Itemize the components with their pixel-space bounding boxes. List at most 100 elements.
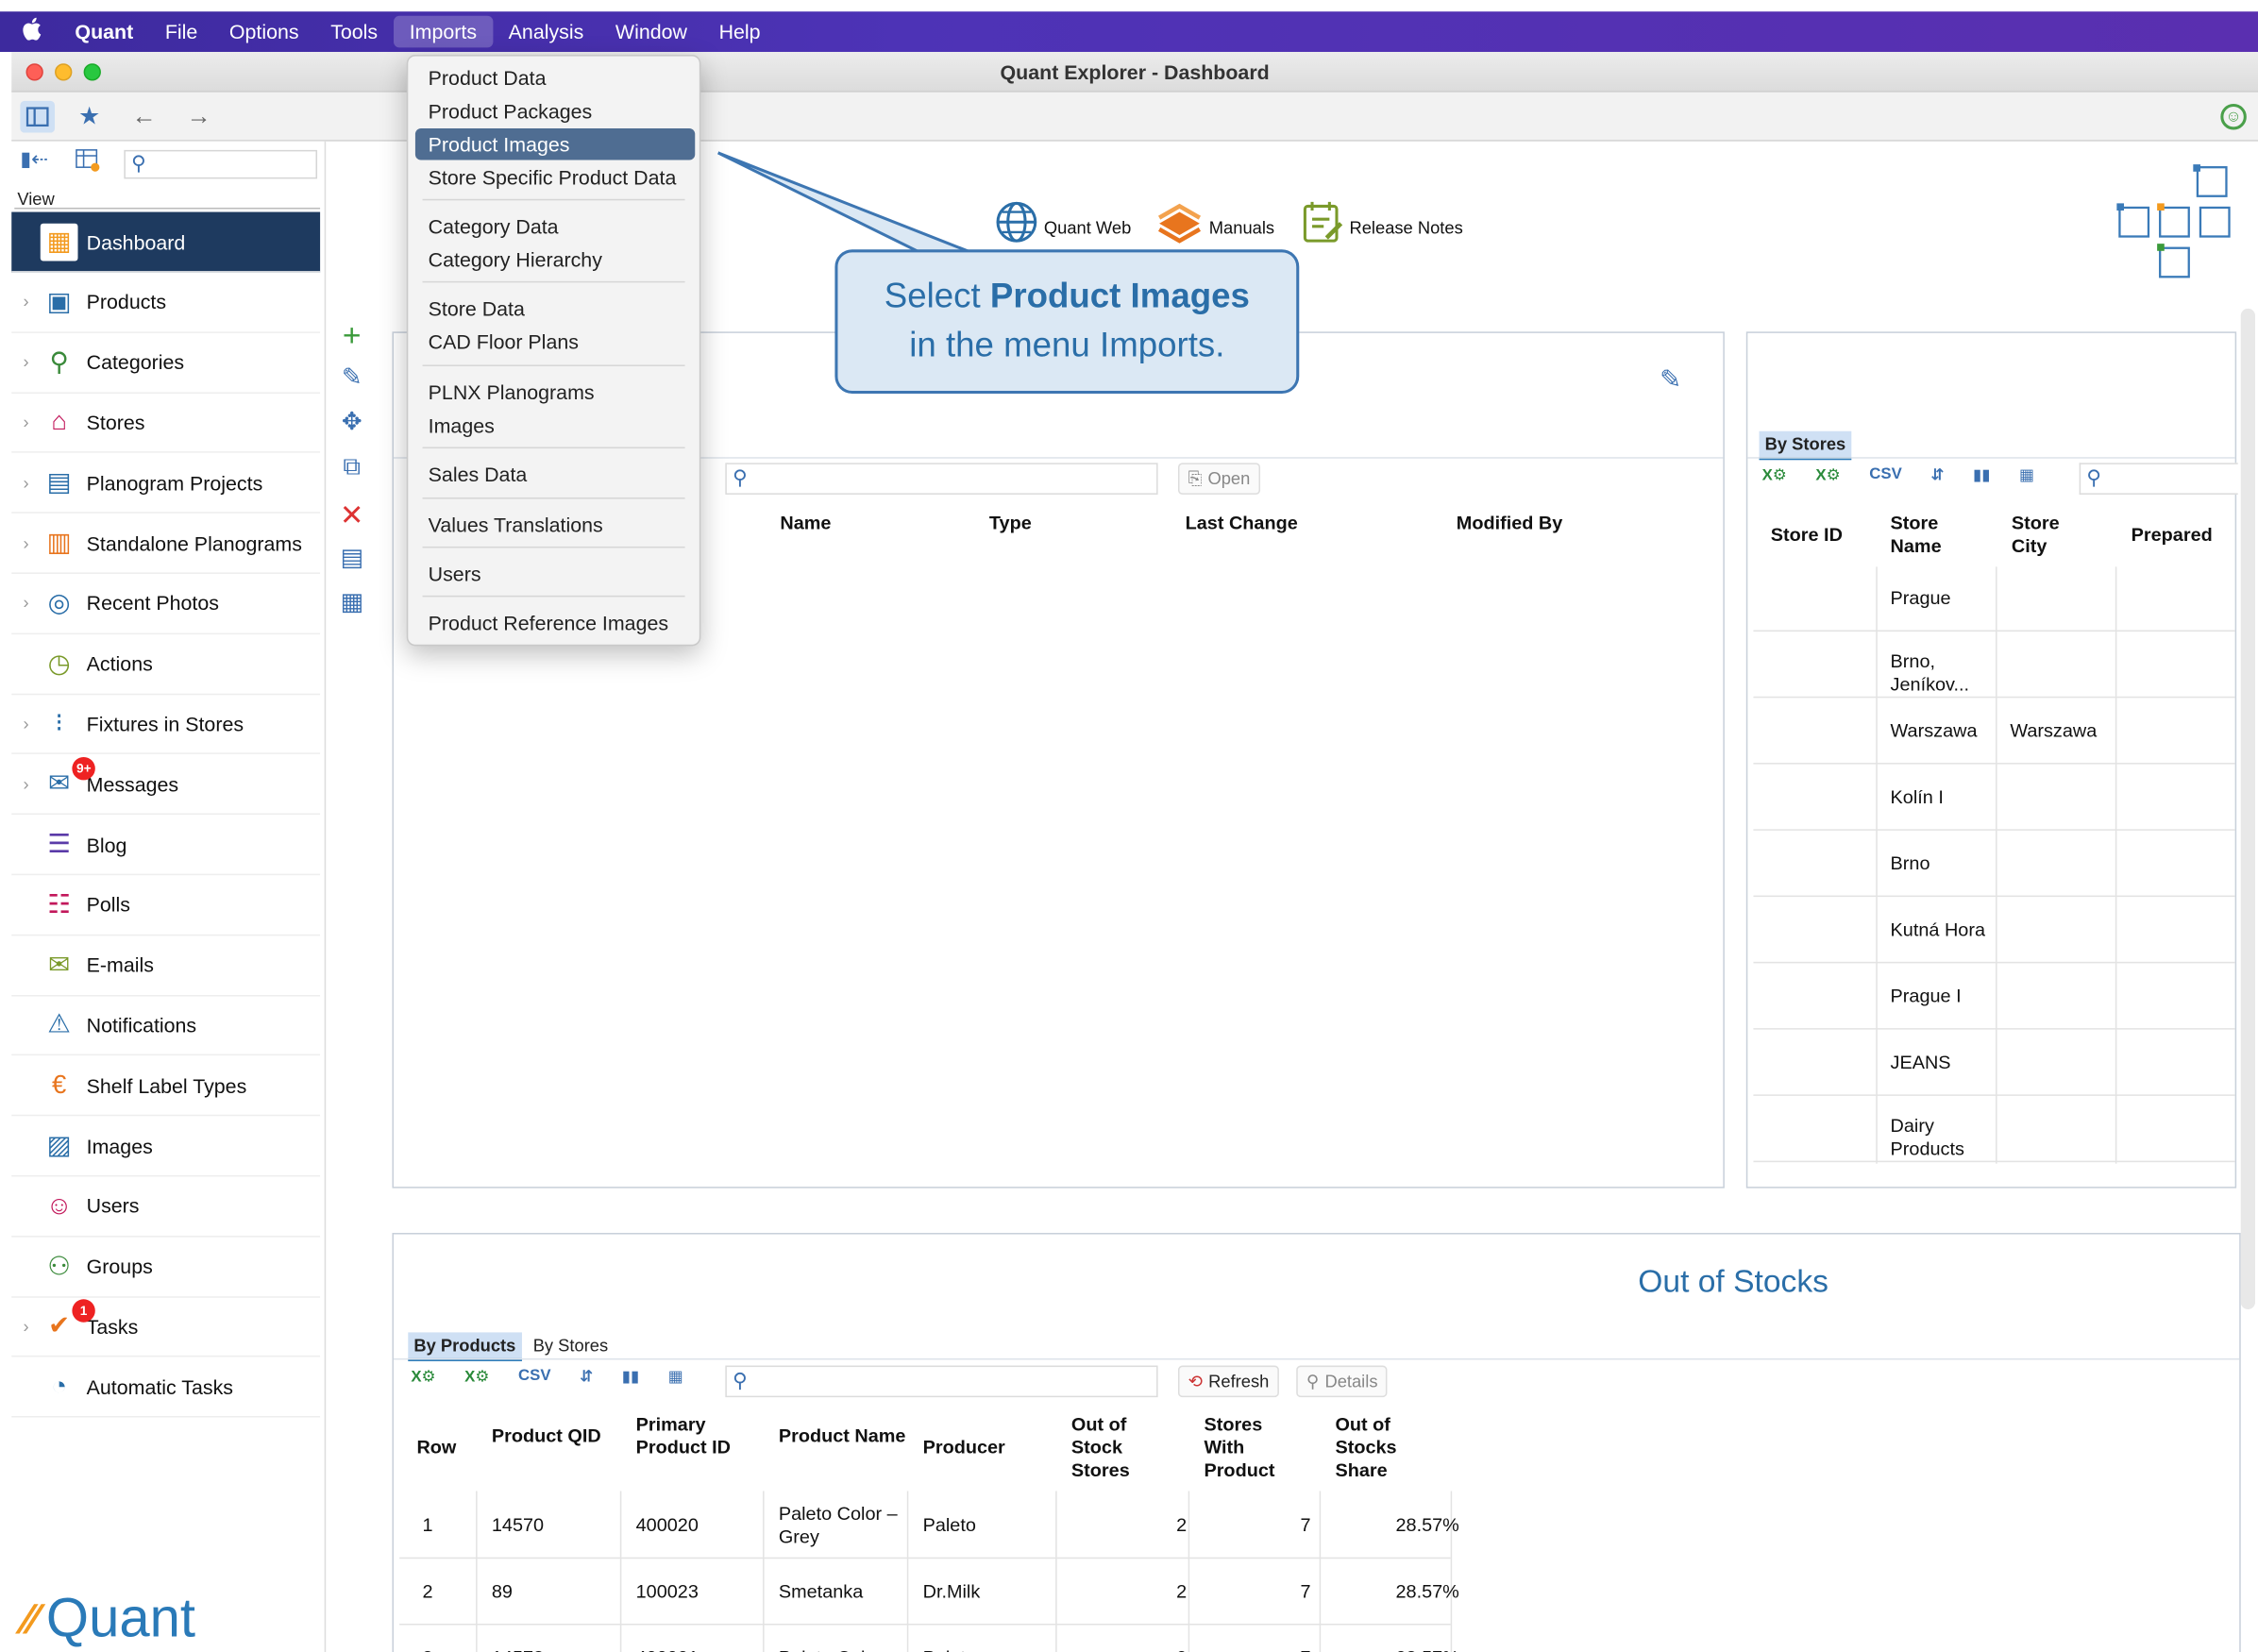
imports-menu-item-product-data[interactable]: Product Data <box>415 62 695 94</box>
oos-cell[interactable]: Paleto <box>923 1514 1050 1537</box>
imports-menu-item-product-packages[interactable]: Product Packages <box>415 95 695 127</box>
oos-cell[interactable]: Paleto Color – Grey <box>779 1503 905 1549</box>
oos-cell[interactable]: 7 <box>1204 1580 1310 1603</box>
oos-cell[interactable]: 2 <box>1071 1646 1187 1652</box>
chart-icon[interactable]: ▮▮ <box>1973 465 1990 484</box>
sidebar-item-categories[interactable]: › ⚲ Categories <box>11 332 321 394</box>
imports-menu-item-plnx-planograms[interactable]: PLNX Planograms <box>415 377 695 409</box>
oos-cell[interactable]: 28.57% <box>1335 1580 1458 1603</box>
sidebar-item-recent-photos[interactable]: › ◎ Recent Photos <box>11 574 321 634</box>
oos-cell[interactable]: Paleto <box>923 1646 1050 1652</box>
tab-by-products[interactable]: By Products <box>408 1332 522 1361</box>
store-name-cell[interactable]: Prague I <box>1891 985 1992 1007</box>
sidebar-search-input[interactable]: ⚲ <box>124 149 318 179</box>
oos-cell[interactable]: 7 <box>1204 1646 1310 1652</box>
store-name-cell[interactable]: Kolín I <box>1891 785 1992 808</box>
sidebar-item-e-mails[interactable]: ✉ E-mails <box>11 936 321 996</box>
imports-menu-item-cad-floor-plans[interactable]: CAD Floor Plans <box>415 326 695 358</box>
menu-imports[interactable]: Imports <box>393 15 493 48</box>
export-csv-icon[interactable]: CSV <box>1869 465 1902 484</box>
sidebar-item-notifications[interactable]: ⚠ Notifications <box>11 996 321 1056</box>
export-xlsx-icon[interactable]: X⚙ <box>411 1367 435 1386</box>
store-name-cell[interactable]: Kutná Hora <box>1891 919 1992 941</box>
oos-column-header[interactable]: Out of Stock Stores <box>1071 1413 1172 1482</box>
details-button[interactable]: ⚲ Details <box>1296 1365 1389 1398</box>
store-name-cell[interactable]: Dairy Products <box>1891 1115 1992 1161</box>
sidebar-item-standalone-planograms[interactable]: › ▥ Standalone Planograms <box>11 514 321 574</box>
oos-column-header[interactable]: Primary Product ID <box>636 1413 766 1459</box>
column-header-name[interactable]: Name <box>780 512 831 534</box>
oos-cell[interactable]: 14573 <box>492 1646 615 1652</box>
dashboard-layout-icon[interactable] <box>2114 161 2243 282</box>
imports-menu-item-values-translations[interactable]: Values Translations <box>415 509 695 541</box>
oos-cell[interactable]: 400020 <box>636 1514 759 1537</box>
store-name-cell[interactable]: Prague <box>1891 587 1992 610</box>
imports-menu-item-product-reference-images[interactable]: Product Reference Images <box>415 607 695 639</box>
store-city-cell[interactable]: Warszawa <box>2010 719 2097 742</box>
export-xls-icon[interactable]: X⚙ <box>464 1367 489 1386</box>
oos-column-header[interactable]: Product Name <box>779 1424 908 1447</box>
favorites-star-icon[interactable]: ★ <box>72 101 107 133</box>
oos-cell[interactable]: 28.57% <box>1335 1514 1458 1537</box>
grid-settings-icon[interactable]: ▦ <box>668 1367 683 1386</box>
oos-cell[interactable]: 1 <box>423 1514 466 1537</box>
sidebar-item-tasks[interactable]: › ✔ Tasks 1 <box>11 1297 321 1357</box>
column-header-store-city[interactable]: Store City <box>2012 512 2098 558</box>
menu-analysis[interactable]: Analysis <box>493 16 599 48</box>
apple-icon[interactable] <box>0 17 63 47</box>
pivot-icon[interactable]: ⇵ <box>1930 465 1944 484</box>
export-csv-icon[interactable]: CSV <box>518 1367 551 1386</box>
oos-column-header[interactable]: Row <box>416 1436 474 1458</box>
sidebar-item-fixtures-in-stores[interactable]: › ⁝ Fixtures in Stores <box>11 694 321 755</box>
sidebar-item-shelf-label-types[interactable]: € Shelf Label Types <box>11 1055 321 1117</box>
sidebar-item-actions[interactable]: ◷ Actions <box>11 633 321 695</box>
store-name-cell[interactable]: JEANS <box>1891 1052 1992 1074</box>
sidebar-item-images[interactable]: ▨ Images <box>11 1116 321 1177</box>
column-header-last-change[interactable]: Last Change <box>1186 512 1298 534</box>
oos-search-input[interactable]: ⚲ <box>725 1365 1158 1398</box>
imports-menu-item-users[interactable]: Users <box>415 558 695 590</box>
chevron-right-icon[interactable]: › <box>11 413 41 432</box>
oos-column-header[interactable]: Out of Stocks Share <box>1335 1413 1450 1482</box>
imports-menu-item-store-specific-product-data[interactable]: Store Specific Product Data <box>415 161 695 194</box>
oos-cell[interactable]: 2 <box>1071 1514 1187 1537</box>
manuals-link[interactable]: Manuals <box>1157 200 1274 254</box>
oos-cell[interactable]: 7 <box>1204 1514 1310 1537</box>
documents-search-input[interactable]: ⚲ <box>725 463 1158 495</box>
chevron-right-icon[interactable]: › <box>11 593 41 613</box>
imports-menu-item-product-images[interactable]: Product Images <box>414 127 696 160</box>
store-name-cell[interactable]: Brno <box>1891 852 1992 875</box>
layout-settings-icon[interactable]: ▦ <box>334 588 369 620</box>
grid-settings-icon[interactable]: ▦ <box>2019 465 2034 484</box>
oos-cell[interactable]: 400021 <box>636 1646 759 1652</box>
chevron-right-icon[interactable]: › <box>11 352 41 372</box>
oos-column-header[interactable]: Product QID <box>492 1424 621 1447</box>
imports-menu-item-category-data[interactable]: Category Data <box>415 211 695 243</box>
stores-search-input[interactable]: ⚲ <box>2079 463 2238 495</box>
menu-help[interactable]: Help <box>703 16 777 48</box>
export-xlsx-icon[interactable]: X⚙ <box>1762 465 1787 484</box>
oos-cell[interactable]: Paleto Color <box>779 1646 905 1652</box>
imports-menu-item-images[interactable]: Images <box>415 410 695 442</box>
oos-cell[interactable]: 3 <box>423 1646 466 1652</box>
oos-cell[interactable]: 100023 <box>636 1580 759 1603</box>
sidebar-item-dashboard[interactable]: ▦ Dashboard <box>11 211 321 273</box>
oos-cell[interactable]: Smetanka <box>779 1580 905 1603</box>
main-scrollbar[interactable] <box>2240 308 2256 1309</box>
menu-quant[interactable]: Quant <box>63 16 149 48</box>
sidebar-item-messages[interactable]: › ✉ Messages 9+ <box>11 754 321 816</box>
forward-arrow-icon[interactable]: → <box>181 101 216 133</box>
panel-edit-icon[interactable]: ✎ <box>1660 364 1681 395</box>
sidebar-item-automatic-tasks[interactable]: ◔ Automatic Tasks <box>11 1357 321 1418</box>
collapse-tree-icon[interactable]: ▮⇠ <box>20 147 48 172</box>
oos-cell[interactable]: 89 <box>492 1580 615 1603</box>
sidebar-item-stores[interactable]: › ⌂ Stores <box>11 393 321 454</box>
sidebar-toggle-icon[interactable] <box>20 100 56 133</box>
sidebar-item-groups[interactable]: ⚇ Groups <box>11 1237 321 1298</box>
column-header-prepared[interactable]: Prepared <box>2132 523 2213 546</box>
chevron-right-icon[interactable]: › <box>11 1316 41 1336</box>
refresh-button[interactable]: ⟲ Refresh <box>1177 1365 1280 1398</box>
smiley-feedback-icon[interactable]: ☺ <box>2220 103 2247 130</box>
oos-column-header[interactable]: Stores With Product <box>1204 1413 1305 1482</box>
chevron-right-icon[interactable]: › <box>11 714 41 733</box>
